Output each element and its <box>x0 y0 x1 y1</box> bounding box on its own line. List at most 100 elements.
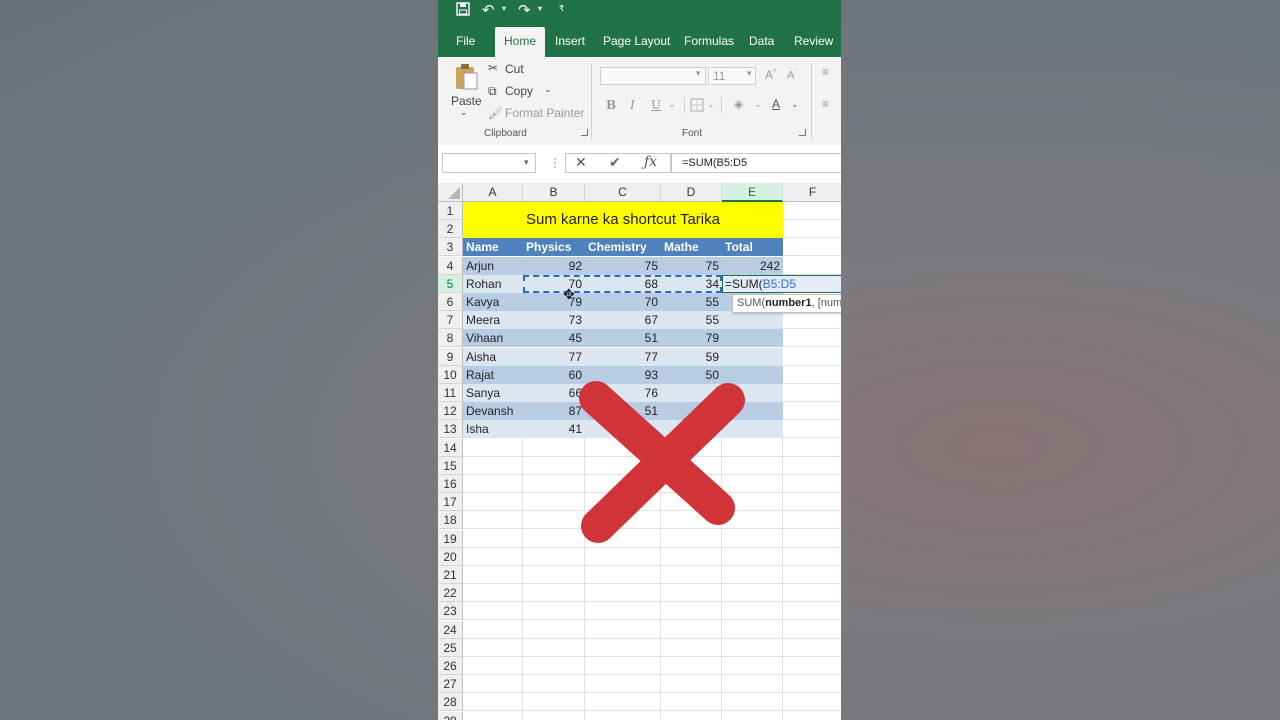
row-header-6[interactable]: 6 <box>438 293 463 311</box>
column-header-d[interactable]: D <box>661 183 722 202</box>
fill-color-icon[interactable]: ◈ <box>734 97 743 111</box>
row-header-11[interactable]: 11 <box>438 384 463 402</box>
formula-input[interactable]: =SUM(B5:D5 <box>671 153 841 173</box>
italic-button[interactable]: I <box>630 98 635 112</box>
table-cell-chemistry[interactable]: 75 <box>585 257 661 275</box>
table-cell-physics[interactable]: 45 <box>523 329 585 347</box>
paste-icon[interactable] <box>454 63 478 96</box>
copy-icon[interactable]: ⧉ <box>488 84 497 99</box>
row-header-8[interactable]: 8 <box>438 329 463 348</box>
table-cell-physics[interactable]: 41 <box>523 420 585 438</box>
underline-button[interactable]: U <box>651 98 661 112</box>
row-header-15[interactable]: 15 <box>438 456 463 475</box>
tab-page-layout[interactable]: Page Layout <box>603 24 670 57</box>
row-header-26[interactable]: 26 <box>438 657 463 675</box>
table-cell-chemistry[interactable]: 77 <box>585 348 661 366</box>
table-cell-name[interactable]: Vihaan <box>463 329 523 347</box>
increase-font-icon[interactable]: A^ <box>765 68 776 82</box>
font-size-dropdown-icon[interactable]: ▾ <box>747 68 752 79</box>
copy-dropdown-icon[interactable]: ⌄ <box>544 84 552 95</box>
row-header-7[interactable]: 7 <box>438 311 463 330</box>
name-box-dropdown-icon[interactable]: ▾ <box>524 157 529 168</box>
table-cell-physics[interactable]: 66 <box>523 384 585 402</box>
row-header-16[interactable]: 16 <box>438 475 463 493</box>
enter-icon[interactable]: ✔ <box>609 154 621 171</box>
align-left-icon[interactable]: ≡ <box>822 97 829 111</box>
table-cell-physics[interactable]: 73 <box>523 311 585 329</box>
table-cell-name[interactable]: Rohan <box>463 275 523 293</box>
row-header-3[interactable]: 3 <box>438 238 463 257</box>
formula-bar-grip-icon[interactable]: ⋮ <box>549 156 561 170</box>
select-all-corner[interactable] <box>438 183 463 202</box>
row-header-4[interactable]: 4 <box>438 256 463 275</box>
table-cell-chemistry[interactable]: 51 <box>585 329 661 347</box>
font-name-box[interactable] <box>600 67 706 85</box>
tab-home[interactable]: Home <box>495 27 545 57</box>
table-cell-mathe[interactable]: 59 <box>661 348 722 366</box>
column-header-b[interactable]: B <box>523 183 585 202</box>
borders-dropdown-icon[interactable]: ⌄ <box>707 99 715 110</box>
row-header-23[interactable]: 23 <box>438 602 463 621</box>
cut-button[interactable]: Cut <box>505 62 524 76</box>
column-header-a[interactable]: A <box>463 183 523 202</box>
cancel-icon[interactable]: ✕ <box>575 154 587 171</box>
row-header-19[interactable]: 19 <box>438 529 463 548</box>
header-cell-physics[interactable]: Physics <box>523 238 585 256</box>
row-header-5[interactable]: 5 <box>438 274 463 293</box>
table-cell-mathe[interactable]: 75 <box>661 257 722 275</box>
undo-dropdown-icon[interactable]: ▾ <box>502 4 506 13</box>
paste-button[interactable]: Paste <box>451 94 482 108</box>
function-tooltip[interactable]: SUM(number1, [num <box>732 294 841 313</box>
redo-dropdown-icon[interactable]: ▾ <box>538 4 542 13</box>
row-header-28[interactable]: 28 <box>438 693 463 712</box>
row-header-20[interactable]: 20 <box>438 547 463 566</box>
font-color-dropdown-icon[interactable]: ⌄ <box>791 99 799 110</box>
redo-icon[interactable]: ↷ <box>518 2 531 20</box>
borders-icon[interactable] <box>690 98 704 117</box>
font-launcher-icon[interactable] <box>799 129 806 136</box>
table-cell-physics[interactable]: 79 <box>523 293 585 311</box>
table-cell-name[interactable]: Meera <box>463 311 523 329</box>
font-color-icon[interactable]: A <box>772 97 780 111</box>
table-cell-physics[interactable]: 60 <box>523 366 585 384</box>
table-cell-total[interactable] <box>722 329 783 347</box>
row-header-14[interactable]: 14 <box>438 438 463 457</box>
format-painter-icon[interactable]: 🖌 <box>488 106 503 120</box>
row-header-24[interactable]: 24 <box>438 620 463 639</box>
table-cell-name[interactable]: Aisha <box>463 348 523 366</box>
customize-toolbar-icon[interactable]: ₹ <box>559 4 564 13</box>
table-cell-physics[interactable]: 87 <box>523 402 585 420</box>
table-cell-chemistry[interactable]: 70 <box>585 293 661 311</box>
table-cell-name[interactable]: Devansh <box>463 402 523 420</box>
clipboard-launcher-icon[interactable] <box>581 129 588 136</box>
table-cell-total[interactable] <box>722 348 783 366</box>
align-top-icon[interactable]: ≡ <box>822 65 829 79</box>
column-header-e[interactable]: E <box>722 183 783 202</box>
table-cell-name[interactable]: Arjun <box>463 257 523 275</box>
editing-cell-e5[interactable]: =SUM(B5:D5 <box>722 275 841 293</box>
tab-insert[interactable]: Insert <box>555 24 585 57</box>
row-header-25[interactable]: 25 <box>438 638 463 657</box>
row-header-17[interactable]: 17 <box>438 493 463 512</box>
header-cell-name[interactable]: Name <box>463 238 523 256</box>
copy-button[interactable]: Copy <box>505 84 533 98</box>
font-name-dropdown-icon[interactable]: ▾ <box>696 68 701 79</box>
cut-icon[interactable]: ✂ <box>488 61 498 75</box>
tab-review[interactable]: Review <box>794 24 833 57</box>
table-cell-mathe[interactable]: 79 <box>661 329 722 347</box>
format-painter-button[interactable]: Format Painter <box>505 106 584 120</box>
table-cell-mathe[interactable]: 55 <box>661 293 722 311</box>
tab-formulas[interactable]: Formulas <box>684 24 734 57</box>
table-cell-name[interactable]: Kavya <box>463 293 523 311</box>
name-box[interactable] <box>442 153 536 173</box>
row-header-13[interactable]: 13 <box>438 420 463 439</box>
undo-icon[interactable]: ↶ <box>482 2 495 20</box>
paste-dropdown-icon[interactable]: ⌄ <box>460 107 468 118</box>
table-cell-name[interactable]: Rajat <box>463 366 523 384</box>
tab-data[interactable]: Data <box>749 24 774 57</box>
fill-color-dropdown-icon[interactable]: ⌄ <box>754 99 762 110</box>
table-cell-total[interactable]: 242 <box>722 257 783 275</box>
row-header-2[interactable]: 2 <box>438 220 463 239</box>
tab-file[interactable]: File <box>456 24 475 57</box>
table-cell-name[interactable]: Isha <box>463 420 523 438</box>
